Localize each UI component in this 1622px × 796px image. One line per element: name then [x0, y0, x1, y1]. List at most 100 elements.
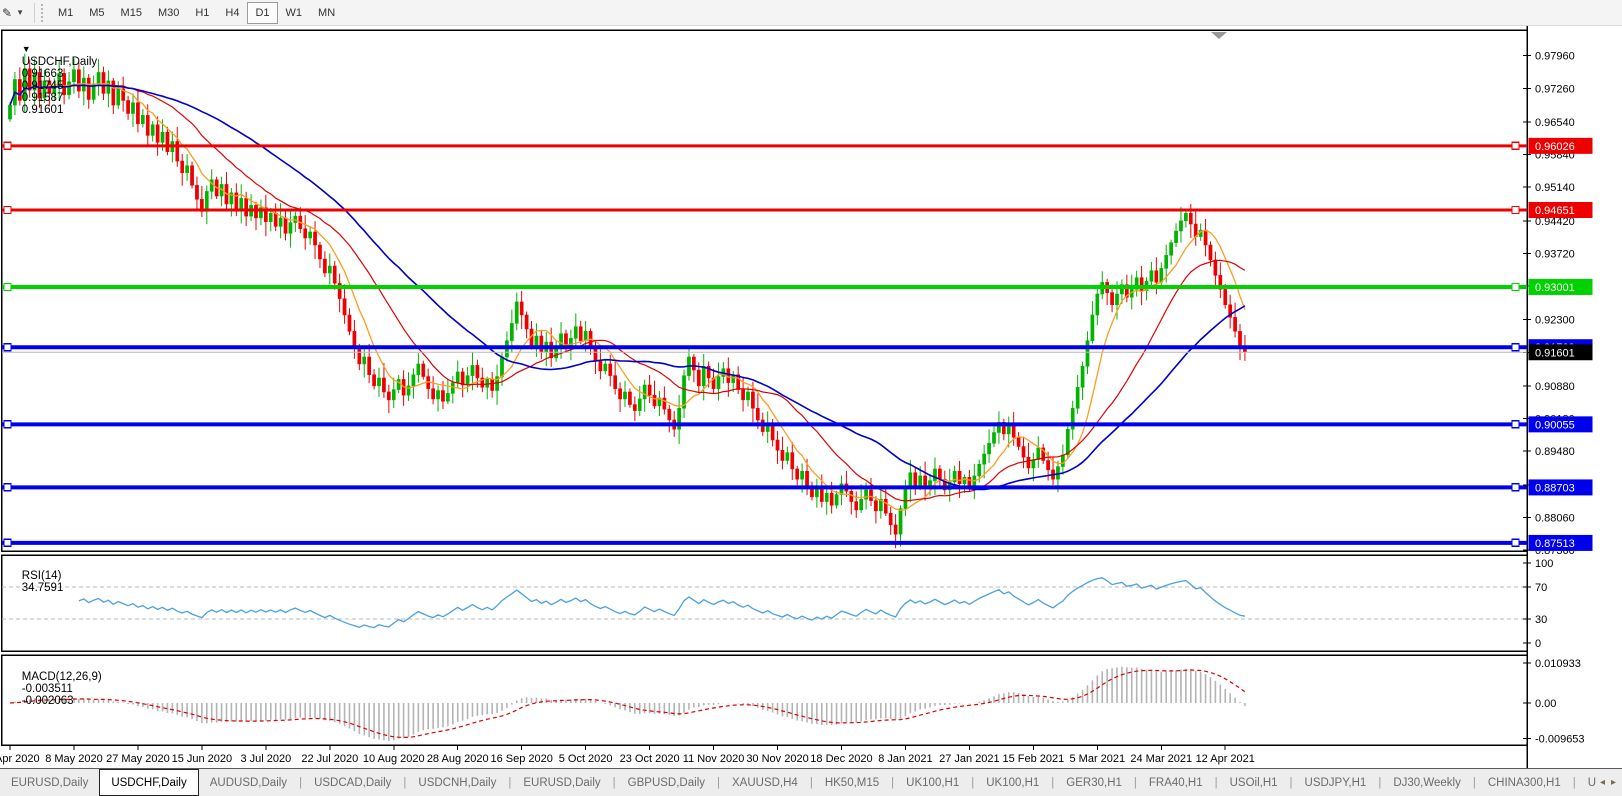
ohlc-high: 0.91745	[22, 80, 64, 92]
svg-text:24 Mar 2021: 24 Mar 2021	[1130, 753, 1192, 765]
tab-scroll-left-button[interactable]: ◂	[1600, 777, 1605, 788]
macd-label: MACD(12,26,9) -0.003511 -0.002063	[9, 659, 102, 719]
chart-tab-usdjpy-h1[interactable]: USDJPY,H1	[1294, 769, 1378, 796]
svg-text:70: 70	[1535, 582, 1547, 594]
svg-text:100: 100	[1535, 558, 1553, 570]
toolbar-grip[interactable]	[40, 4, 45, 22]
main-panel	[2, 30, 1528, 551]
chart-tab-hk50-m15[interactable]: HK50,M15	[814, 769, 890, 796]
chart-window[interactable]: ▼ USDCHF,Daily 0.91663 0.91745 0.91587 0…	[0, 26, 1622, 768]
chart-tab-audusd-daily[interactable]: AUDUSD,Daily	[199, 769, 298, 796]
svg-text:30: 30	[1535, 614, 1547, 626]
svg-text:0.93001: 0.93001	[1535, 282, 1575, 294]
svg-text:27 Jan 2021: 27 Jan 2021	[939, 753, 1000, 765]
timeframe-button-m30[interactable]: M30	[150, 2, 187, 24]
chart-tab-gbpusd-daily[interactable]: GBPUSD,Daily	[617, 769, 716, 796]
hline-price-label: 0.93001	[1529, 279, 1593, 295]
svg-text:-0.009653: -0.009653	[1535, 733, 1585, 745]
chart-tab-dj30-weekly[interactable]: DJ30,Weekly	[1382, 769, 1472, 796]
rsi-label: RSI(14) 34.7591	[9, 558, 63, 606]
hline-price-label: 0.87513	[1529, 535, 1593, 551]
timeframe-button-h1[interactable]: H1	[187, 2, 217, 24]
toolbar-separator	[34, 3, 35, 23]
chart-tab-usdcad-daily[interactable]: USDCAD,Daily	[303, 769, 402, 796]
macd-signal-value: -0.002063	[22, 695, 74, 707]
svg-text:0.91601: 0.91601	[1535, 347, 1575, 359]
timeframe-button-m1[interactable]: M1	[50, 2, 81, 24]
macd-main-value: -0.003511	[22, 683, 73, 695]
svg-text:0.93720: 0.93720	[1535, 248, 1575, 260]
chart-tab-uk100-h1[interactable]: UK100,H1	[895, 769, 970, 796]
svg-text:15 Feb 2021: 15 Feb 2021	[1002, 753, 1064, 765]
svg-text:18 Dec 2020: 18 Dec 2020	[810, 753, 872, 765]
svg-text:20 Apr 2020: 20 Apr 2020	[0, 753, 40, 765]
top-toolbar: ✎ ▼ M1M5M15M30H1H4D1W1MN	[0, 0, 1622, 26]
hline-price-label: 0.94651	[1529, 202, 1593, 218]
chart-collapse-icon[interactable]: ▼	[22, 44, 31, 54]
svg-text:5 Oct 2020: 5 Oct 2020	[559, 753, 613, 765]
ohlc-low: 0.91587	[22, 92, 64, 104]
svg-text:10 Aug 2020: 10 Aug 2020	[363, 753, 425, 765]
chart-tab-usdchf-daily[interactable]: USDCHF,Daily	[99, 768, 198, 796]
hline-price-label: 0.96026	[1529, 138, 1593, 154]
chart-tab-china300-h1[interactable]: CHINA300,H1	[1477, 769, 1572, 796]
price-chart-canvas[interactable]: 0.979600.972600.965400.958400.951400.944…	[0, 26, 1622, 768]
chart-tab-usdcnh-daily[interactable]: USDCNH,Daily	[407, 769, 507, 796]
svg-text:0.96540: 0.96540	[1535, 117, 1575, 129]
svg-text:0: 0	[1535, 638, 1541, 650]
svg-text:5 Mar 2021: 5 Mar 2021	[1069, 753, 1125, 765]
timeframe-button-group: M1M5M15M30H1H4D1W1MN	[50, 2, 343, 24]
svg-text:28 Aug 2020: 28 Aug 2020	[427, 753, 489, 765]
svg-text:30 Nov 2020: 30 Nov 2020	[746, 753, 808, 765]
timeframe-button-w1[interactable]: W1	[278, 2, 311, 24]
svg-text:0.88060: 0.88060	[1535, 512, 1575, 524]
svg-text:0.87513: 0.87513	[1535, 538, 1575, 550]
chart-tab-xauusd-h4[interactable]: XAUUSD,H4	[721, 769, 809, 796]
svg-text:16 Sep 2020: 16 Sep 2020	[490, 753, 552, 765]
dropdown-arrow-icon[interactable]: ▼	[16, 8, 24, 17]
svg-text:0.92300: 0.92300	[1535, 315, 1575, 327]
draw-tool-icon[interactable]: ✎	[2, 6, 12, 20]
rsi-panel	[2, 555, 1528, 651]
timeframe-button-mn[interactable]: MN	[310, 2, 343, 24]
chart-tab-eurusd-daily[interactable]: EURUSD,Daily	[0, 769, 99, 796]
hline-price-label: 0.88703	[1529, 479, 1593, 495]
current-price-label: 0.91601	[1529, 344, 1593, 360]
chart-tab-fra40-h1[interactable]: FRA40,H1	[1138, 769, 1214, 796]
svg-text:11 Nov 2020: 11 Nov 2020	[683, 753, 745, 765]
svg-text:0.97260: 0.97260	[1535, 83, 1575, 95]
chart-title: ▼ USDCHF,Daily 0.91663 0.91745 0.91587 0…	[9, 32, 100, 128]
svg-text:27 May 2020: 27 May 2020	[106, 753, 170, 765]
timeframe-button-d1[interactable]: D1	[247, 2, 277, 24]
chart-tab-bar: EURUSD,DailyUSDCHF,DailyAUDUSD,Daily|USD…	[0, 768, 1622, 796]
chart-tab-ger30-h1[interactable]: GER30,H1	[1055, 769, 1133, 796]
tab-scroll-right-button[interactable]: ▸	[1611, 777, 1616, 788]
svg-text:0.97960: 0.97960	[1535, 51, 1575, 63]
svg-text:0.94651: 0.94651	[1535, 205, 1575, 217]
svg-text:8 May 2020: 8 May 2020	[45, 753, 102, 765]
macd-panel	[2, 655, 1528, 745]
hline-price-label: 0.90055	[1529, 416, 1593, 432]
chart-tab-uk100-h1[interactable]: UK100,H1	[975, 769, 1050, 796]
svg-text:0.95140: 0.95140	[1535, 182, 1575, 194]
chart-symbol-label: USDCHF,Daily	[22, 56, 97, 68]
svg-text:0.90880: 0.90880	[1535, 381, 1575, 393]
timeframe-button-m5[interactable]: M5	[81, 2, 112, 24]
svg-text:0.90055: 0.90055	[1535, 419, 1575, 431]
timeframe-button-m15[interactable]: M15	[113, 2, 150, 24]
macd-name: MACD(12,26,9)	[22, 671, 102, 683]
svg-text:0.010933: 0.010933	[1535, 658, 1581, 670]
timeframe-button-h4[interactable]: H4	[217, 2, 247, 24]
svg-text:8 Jan 2021: 8 Jan 2021	[878, 753, 932, 765]
svg-text:3 Jul 2020: 3 Jul 2020	[240, 753, 291, 765]
rsi-name: RSI(14)	[22, 570, 62, 582]
svg-text:0.89480: 0.89480	[1535, 446, 1575, 458]
chart-tab-eurusd-daily[interactable]: EURUSD,Daily	[512, 769, 611, 796]
date-axis: 20 Apr 2020 8 May 2020 27 May 202015 Jun 2…	[0, 745, 1255, 765]
svg-text:15 Jun 2020: 15 Jun 2020	[172, 753, 233, 765]
ohlc-open: 0.91663	[22, 68, 64, 80]
rsi-value: 34.7591	[22, 582, 64, 594]
svg-text:0.96026: 0.96026	[1535, 141, 1575, 153]
chart-tab-usoil-h1[interactable]: USOil,H1	[1219, 769, 1289, 796]
svg-text:22 Jul 2020: 22 Jul 2020	[301, 753, 358, 765]
